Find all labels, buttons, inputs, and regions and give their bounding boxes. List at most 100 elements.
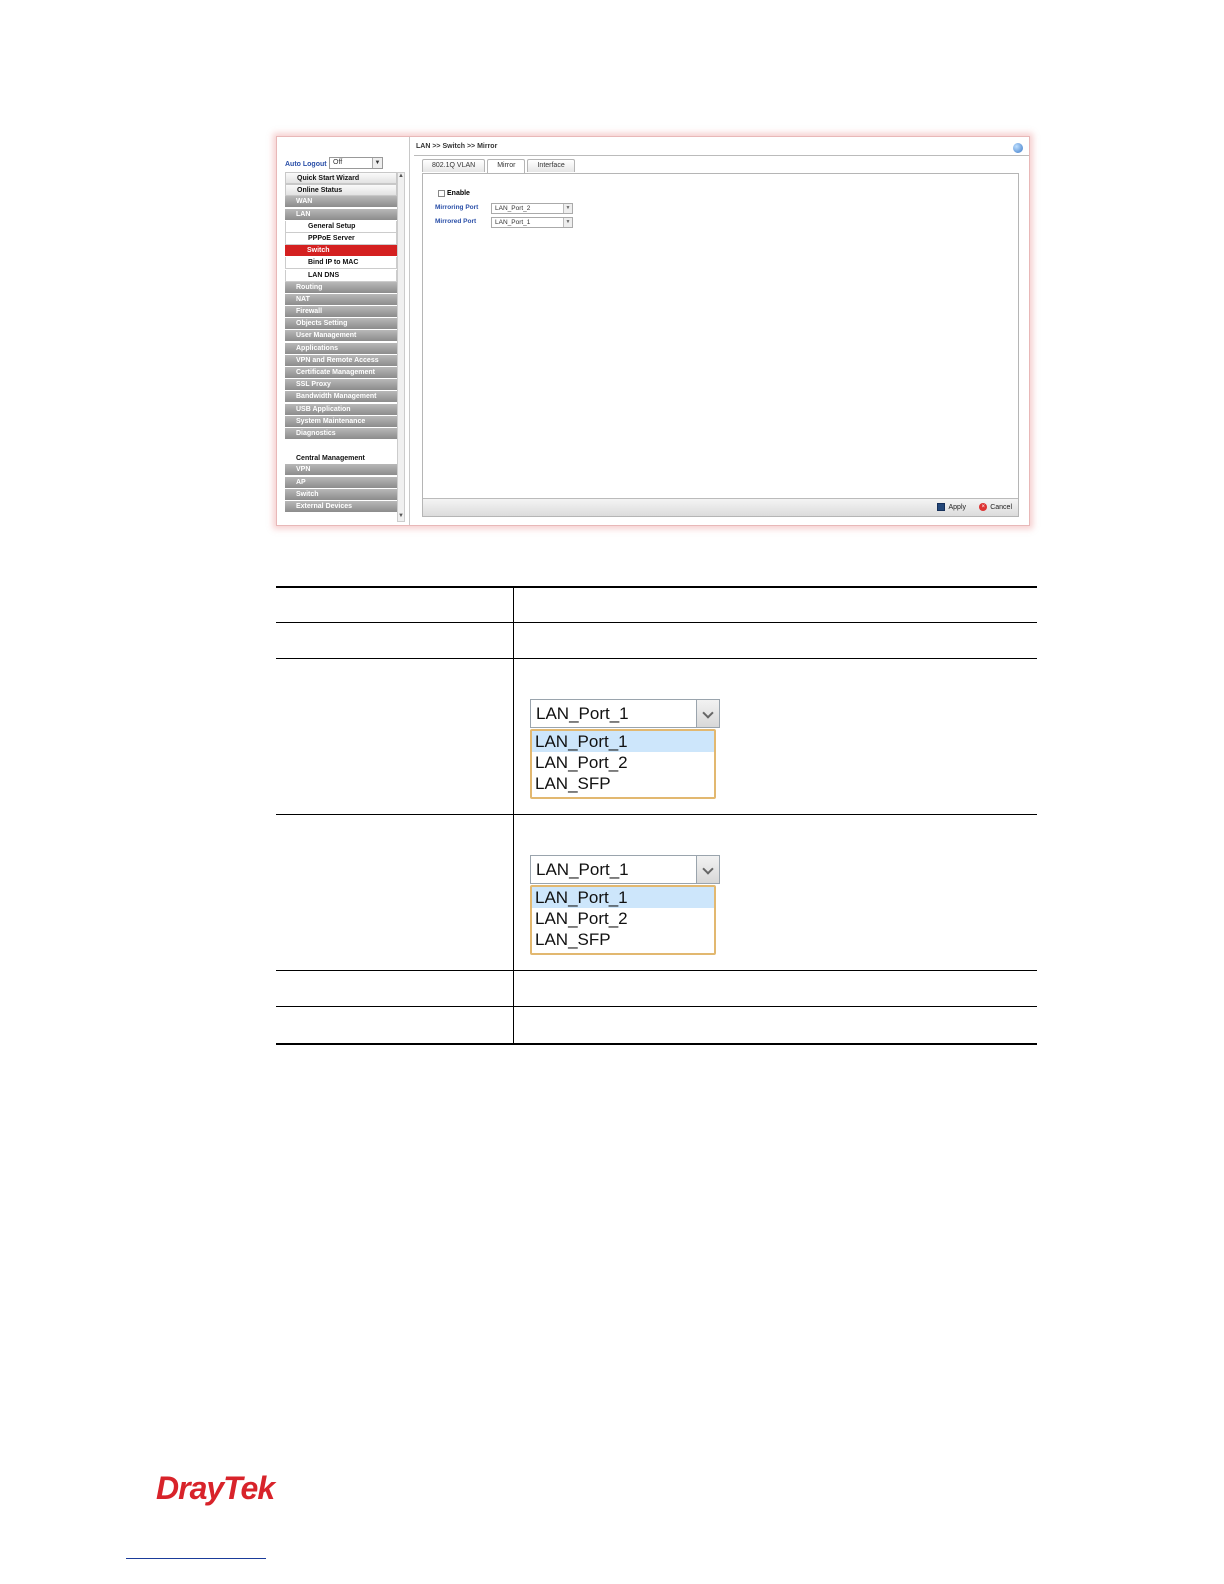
table-row (276, 623, 1037, 659)
sidebar-item[interactable]: Quick Start Wizard (285, 172, 397, 184)
sidebar-item[interactable]: Diagnostics (285, 427, 397, 440)
table-cell: LAN_Port_1 LAN_Port_1 LAN_Port_2 LAN_SFP (514, 815, 1037, 970)
sidebar-item[interactable]: LAN (285, 208, 397, 221)
table-row: LAN_Port_1 LAN_Port_1 LAN_Port_2 LAN_SFP (276, 815, 1037, 971)
table-cell (276, 815, 514, 970)
mirrored-port-select[interactable]: LAN_Port_1 ▼ (491, 217, 573, 228)
sidebar: Auto Logout Off ▼ Quick Start Wizard Onli… (277, 137, 410, 525)
sidebar-item[interactable]: Bind IP to MAC (285, 257, 397, 270)
chevron-down-icon: ▼ (563, 204, 572, 213)
auto-logout-select[interactable]: Off ▼ (329, 157, 383, 169)
enable-checkbox-row[interactable]: Enable (438, 190, 470, 197)
sidebar-item[interactable]: Switch (285, 488, 397, 501)
divider (414, 155, 1029, 156)
sidebar-item[interactable]: Routing (285, 281, 397, 294)
enable-label: Enable (447, 190, 470, 197)
sidebar-item[interactable]: System Maintenance (285, 415, 397, 428)
mirror-panel: Enable Mirroring Port LAN_Port_2 ▼ Mirro… (422, 173, 1019, 517)
mirroring-port-select[interactable]: LAN_Port_2 ▼ (491, 203, 573, 214)
cancel-button[interactable]: × Cancel (979, 503, 1012, 511)
dropdown-field[interactable]: LAN_Port_1 (530, 855, 720, 884)
sidebar-item[interactable]: VPN and Remote Access (285, 354, 397, 367)
sidebar-item[interactable]: Bandwidth Management (285, 391, 397, 404)
footer-divider (126, 1558, 266, 1559)
auto-logout-value: Off (333, 159, 343, 166)
scroll-down-icon[interactable]: ▼ (398, 513, 404, 521)
dropdown-list: LAN_Port_1 LAN_Port_2 LAN_SFP (530, 729, 716, 799)
table-cell (276, 659, 514, 814)
sidebar-item[interactable]: Certificate Management (285, 367, 397, 379)
sidebar-item[interactable]: PPPoE Server (285, 232, 397, 245)
sidebar-item[interactable]: General Setup (285, 220, 397, 233)
draytek-logo: DrayTek (156, 1470, 275, 1506)
sidebar-item[interactable]: LAN DNS (285, 269, 397, 282)
dropdown-list: LAN_Port_1 LAN_Port_2 LAN_SFP (530, 885, 716, 955)
sidebar-item[interactable]: Online Status (285, 184, 397, 197)
table-cell (514, 623, 1037, 658)
dropdown-value: LAN_Port_1 (536, 860, 629, 879)
dropdown-option[interactable]: LAN_Port_2 (532, 908, 714, 929)
table-cell (276, 623, 514, 658)
main-pane: LAN >> Switch >> Mirror 802.1Q VLAN Mirro… (414, 137, 1029, 525)
table-cell (514, 1007, 1037, 1043)
sidebar-item[interactable]: NAT (285, 293, 397, 306)
dropdown-value: LAN_Port_1 (536, 704, 629, 723)
sidebar-item[interactable]: AP (285, 476, 397, 489)
sidebar-item[interactable]: Firewall (285, 306, 397, 319)
chevron-down-icon: ▼ (372, 158, 382, 168)
cancel-label: Cancel (990, 503, 1012, 511)
table-cell (514, 588, 1037, 622)
chevron-down-icon[interactable] (696, 699, 720, 728)
tab-bar: 802.1Q VLAN Mirror Interface (422, 159, 577, 173)
sidebar-scrollbar[interactable]: ▲ ▼ (397, 172, 405, 522)
breadcrumb: LAN >> Switch >> Mirror (416, 143, 498, 150)
enable-checkbox[interactable] (438, 190, 445, 197)
dropdown-option[interactable]: LAN_Port_1 (532, 731, 714, 752)
table-cell: LAN_Port_1 LAN_Port_1 LAN_Port_2 LAN_SFP (514, 659, 1037, 814)
sidebar-item[interactable]: USB Application (285, 403, 397, 416)
table-row: LAN_Port_1 LAN_Port_1 LAN_Port_2 LAN_SFP (276, 659, 1037, 815)
apply-label: Apply (948, 503, 966, 511)
table-row (276, 1007, 1037, 1045)
mirroring-port-label: Mirroring Port (435, 204, 479, 211)
save-icon (937, 503, 946, 511)
dropdown-option[interactable]: LAN_SFP (532, 929, 714, 950)
mirrored-port-value: LAN_Port_1 (495, 219, 531, 226)
apply-button[interactable]: Apply (937, 503, 966, 511)
table-cell (276, 971, 514, 1006)
auto-logout-label: Auto Logout (285, 160, 327, 168)
sidebar-item[interactable]: WAN (285, 196, 397, 209)
router-screenshot: Auto Logout Off ▼ Quick Start Wizard Onli… (276, 136, 1030, 526)
description-table: LAN_Port_1 LAN_Port_1 LAN_Port_2 LAN_SFP… (276, 586, 1037, 1045)
chevron-down-icon: ▼ (563, 218, 572, 227)
cancel-icon: × (979, 503, 988, 511)
table-cell (514, 971, 1037, 1006)
dropdown-option[interactable]: LAN_SFP (532, 773, 714, 794)
menu-spacer (285, 440, 397, 454)
auto-logout: Auto Logout Off ▼ (285, 157, 383, 171)
table-row (276, 971, 1037, 1007)
sidebar-menu: Quick Start Wizard Online Status WAN LAN Gen… (285, 172, 397, 513)
chevron-down-icon[interactable] (696, 855, 720, 884)
scroll-up-icon[interactable]: ▲ (398, 173, 404, 181)
sidebar-item[interactable]: VPN (285, 464, 397, 477)
table-cell (276, 588, 514, 622)
sidebar-item[interactable]: Objects Setting (285, 318, 397, 331)
sidebar-item[interactable]: External Devices (285, 500, 397, 513)
sidebar-item[interactable]: SSL Proxy (285, 379, 397, 392)
mirrored-port-label: Mirrored Port (435, 218, 477, 225)
sidebar-item[interactable]: Switch (285, 245, 397, 258)
dropdown-option[interactable]: LAN_Port_1 (532, 887, 714, 908)
dropdown-option[interactable]: LAN_Port_2 (532, 752, 714, 773)
panel-footer: Apply × Cancel (423, 498, 1018, 516)
dropdown-field[interactable]: LAN_Port_1 (530, 699, 720, 728)
tab[interactable]: Interface (527, 159, 575, 172)
tab[interactable]: 802.1Q VLAN (422, 159, 486, 172)
sidebar-item[interactable]: User Management (285, 330, 397, 343)
table-header-row (276, 586, 1037, 623)
mirroring-port-value: LAN_Port_2 (495, 205, 531, 212)
globe-icon[interactable] (1013, 143, 1023, 153)
table-cell (276, 1007, 514, 1043)
sidebar-item[interactable]: Applications (285, 342, 397, 355)
tab[interactable]: Mirror (487, 159, 526, 173)
